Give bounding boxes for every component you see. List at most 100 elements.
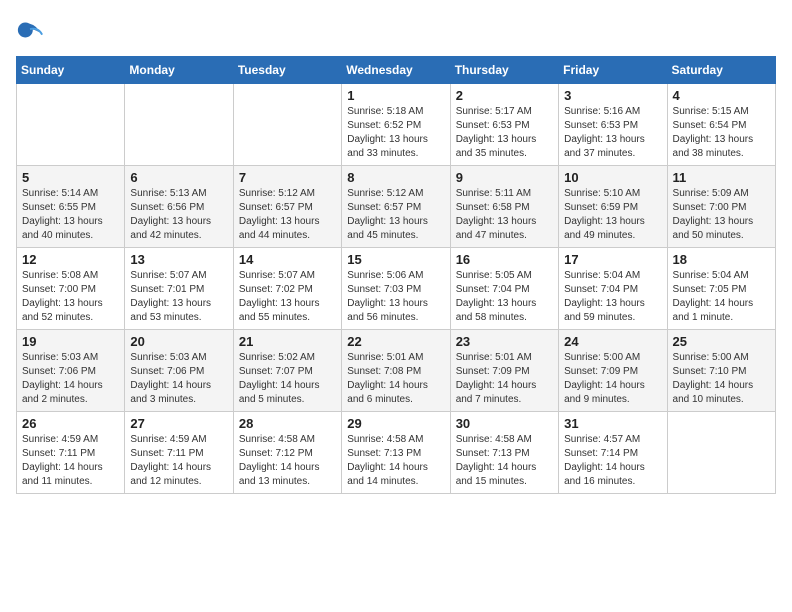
day-header-tuesday: Tuesday <box>233 57 341 84</box>
day-info: Sunrise: 5:04 AM Sunset: 7:04 PM Dayligh… <box>564 269 661 325</box>
calendar-cell: 19 Sunrise: 5:03 AM Sunset: 7:06 PM Dayli… <box>17 330 125 412</box>
calendar-week-1: 1 Sunrise: 5:18 AM Sunset: 6:52 PM Daylig… <box>17 84 776 166</box>
day-number: 23 <box>456 334 553 349</box>
day-info: Sunrise: 5:18 AM Sunset: 6:52 PM Dayligh… <box>347 105 444 161</box>
calendar-cell: 30 Sunrise: 4:58 AM Sunset: 7:13 PM Dayli… <box>450 412 558 494</box>
day-info: Sunrise: 5:06 AM Sunset: 7:03 PM Dayligh… <box>347 269 444 325</box>
calendar-cell: 6Sunrise: 5:13 AM Sunset: 6:56 PM Daylig… <box>125 166 233 248</box>
day-info: Sunrise: 4:59 AM Sunset: 7:11 PM Dayligh… <box>130 433 227 489</box>
calendar-cell <box>17 84 125 166</box>
calendar-cell: 24 Sunrise: 5:00 AM Sunset: 7:09 PM Dayli… <box>559 330 667 412</box>
day-info: Sunrise: 4:58 AM Sunset: 7:13 PM Dayligh… <box>456 433 553 489</box>
day-number: 20 <box>130 334 227 349</box>
calendar-cell: 31 Sunrise: 4:57 AM Sunset: 7:14 PM Dayli… <box>559 412 667 494</box>
calendar-cell <box>667 412 775 494</box>
calendar-cell: 13Sunrise: 5:07 AM Sunset: 7:01 PM Dayli… <box>125 248 233 330</box>
day-info: Sunrise: 5:01 AM Sunset: 7:08 PM Dayligh… <box>347 351 444 407</box>
day-number: 26 <box>22 416 119 431</box>
day-number: 8 <box>347 170 444 185</box>
day-number: 29 <box>347 416 444 431</box>
day-info: Sunrise: 4:59 AM Sunset: 7:11 PM Dayligh… <box>22 433 119 489</box>
day-info: Sunrise: 4:57 AM Sunset: 7:14 PM Dayligh… <box>564 433 661 489</box>
day-number: 17 <box>564 252 661 267</box>
day-number: 11 <box>673 170 770 185</box>
calendar-cell <box>233 84 341 166</box>
calendar-cell: 16 Sunrise: 5:05 AM Sunset: 7:04 PM Dayli… <box>450 248 558 330</box>
day-number: 14 <box>239 252 336 267</box>
day-header-saturday: Saturday <box>667 57 775 84</box>
day-number: 3 <box>564 88 661 103</box>
day-info: Sunrise: 5:03 AM Sunset: 7:06 PM Dayligh… <box>22 351 119 407</box>
day-number: 21 <box>239 334 336 349</box>
day-info: Sunrise: 5:12 AM Sunset: 6:57 PM Dayligh… <box>347 187 444 243</box>
calendar-cell: 18 Sunrise: 5:04 AM Sunset: 7:05 PM Dayli… <box>667 248 775 330</box>
calendar-cell: 2Sunrise: 5:17 AM Sunset: 6:53 PM Daylig… <box>450 84 558 166</box>
day-info: Sunrise: 4:58 AM Sunset: 7:13 PM Dayligh… <box>347 433 444 489</box>
calendar-cell: 22 Sunrise: 5:01 AM Sunset: 7:08 PM Dayli… <box>342 330 450 412</box>
day-info: Sunrise: 5:11 AM Sunset: 6:58 PM Dayligh… <box>456 187 553 243</box>
calendar-week-4: 19 Sunrise: 5:03 AM Sunset: 7:06 PM Dayli… <box>17 330 776 412</box>
calendar-week-2: 5 Sunrise: 5:14 AM Sunset: 6:55 PM Daylig… <box>17 166 776 248</box>
day-info: Sunrise: 5:12 AM Sunset: 6:57 PM Dayligh… <box>239 187 336 243</box>
day-info: Sunrise: 5:05 AM Sunset: 7:04 PM Dayligh… <box>456 269 553 325</box>
day-number: 16 <box>456 252 553 267</box>
day-number: 28 <box>239 416 336 431</box>
day-number: 27 <box>130 416 227 431</box>
calendar-cell: 21 Sunrise: 5:02 AM Sunset: 7:07 PM Dayli… <box>233 330 341 412</box>
day-number: 31 <box>564 416 661 431</box>
calendar-cell: 23 Sunrise: 5:01 AM Sunset: 7:09 PM Dayli… <box>450 330 558 412</box>
day-info: Sunrise: 5:04 AM Sunset: 7:05 PM Dayligh… <box>673 269 770 325</box>
calendar-cell: 10Sunrise: 5:10 AM Sunset: 6:59 PM Dayli… <box>559 166 667 248</box>
day-header-monday: Monday <box>125 57 233 84</box>
calendar-cell: 4 Sunrise: 5:15 AM Sunset: 6:54 PM Daylig… <box>667 84 775 166</box>
logo-icon <box>16 16 44 44</box>
day-number: 15 <box>347 252 444 267</box>
day-info: Sunrise: 5:17 AM Sunset: 6:53 PM Dayligh… <box>456 105 553 161</box>
calendar-cell: 14Sunrise: 5:07 AM Sunset: 7:02 PM Dayli… <box>233 248 341 330</box>
calendar-cell: 15 Sunrise: 5:06 AM Sunset: 7:03 PM Dayli… <box>342 248 450 330</box>
calendar-header-row: SundayMondayTuesdayWednesdayThursdayFrid… <box>17 57 776 84</box>
calendar-cell: 25Sunrise: 5:00 AM Sunset: 7:10 PM Dayli… <box>667 330 775 412</box>
day-number: 4 <box>673 88 770 103</box>
day-number: 24 <box>564 334 661 349</box>
day-info: Sunrise: 5:16 AM Sunset: 6:53 PM Dayligh… <box>564 105 661 161</box>
calendar-cell: 8 Sunrise: 5:12 AM Sunset: 6:57 PM Daylig… <box>342 166 450 248</box>
calendar-cell: 27 Sunrise: 4:59 AM Sunset: 7:11 PM Dayli… <box>125 412 233 494</box>
calendar-cell: 1 Sunrise: 5:18 AM Sunset: 6:52 PM Daylig… <box>342 84 450 166</box>
calendar-cell: 20 Sunrise: 5:03 AM Sunset: 7:06 PM Dayli… <box>125 330 233 412</box>
page-header <box>16 16 776 44</box>
day-number: 30 <box>456 416 553 431</box>
calendar-cell: 7 Sunrise: 5:12 AM Sunset: 6:57 PM Daylig… <box>233 166 341 248</box>
day-info: Sunrise: 5:14 AM Sunset: 6:55 PM Dayligh… <box>22 187 119 243</box>
day-info: Sunrise: 5:07 AM Sunset: 7:01 PM Dayligh… <box>130 269 227 325</box>
calendar-cell: 3 Sunrise: 5:16 AM Sunset: 6:53 PM Daylig… <box>559 84 667 166</box>
day-number: 19 <box>22 334 119 349</box>
day-number: 22 <box>347 334 444 349</box>
day-number: 12 <box>22 252 119 267</box>
day-info: Sunrise: 5:09 AM Sunset: 7:00 PM Dayligh… <box>673 187 770 243</box>
calendar-cell: 29 Sunrise: 4:58 AM Sunset: 7:13 PM Dayli… <box>342 412 450 494</box>
day-number: 1 <box>347 88 444 103</box>
day-number: 10 <box>564 170 661 185</box>
calendar-week-5: 26 Sunrise: 4:59 AM Sunset: 7:11 PM Dayli… <box>17 412 776 494</box>
calendar-table: SundayMondayTuesdayWednesdayThursdayFrid… <box>16 56 776 494</box>
calendar-cell <box>125 84 233 166</box>
calendar-cell: 11 Sunrise: 5:09 AM Sunset: 7:00 PM Dayli… <box>667 166 775 248</box>
calendar-cell: 12 Sunrise: 5:08 AM Sunset: 7:00 PM Dayli… <box>17 248 125 330</box>
calendar-cell: 5 Sunrise: 5:14 AM Sunset: 6:55 PM Daylig… <box>17 166 125 248</box>
day-info: Sunrise: 5:03 AM Sunset: 7:06 PM Dayligh… <box>130 351 227 407</box>
day-info: Sunrise: 5:08 AM Sunset: 7:00 PM Dayligh… <box>22 269 119 325</box>
day-number: 5 <box>22 170 119 185</box>
day-info: Sunrise: 4:58 AM Sunset: 7:12 PM Dayligh… <box>239 433 336 489</box>
calendar-week-3: 12 Sunrise: 5:08 AM Sunset: 7:00 PM Dayli… <box>17 248 776 330</box>
day-info: Sunrise: 5:15 AM Sunset: 6:54 PM Dayligh… <box>673 105 770 161</box>
day-info: Sunrise: 5:01 AM Sunset: 7:09 PM Dayligh… <box>456 351 553 407</box>
day-header-friday: Friday <box>559 57 667 84</box>
day-info: Sunrise: 5:00 AM Sunset: 7:09 PM Dayligh… <box>564 351 661 407</box>
day-info: Sunrise: 5:02 AM Sunset: 7:07 PM Dayligh… <box>239 351 336 407</box>
day-number: 25 <box>673 334 770 349</box>
logo <box>16 16 48 44</box>
day-number: 9 <box>456 170 553 185</box>
day-number: 18 <box>673 252 770 267</box>
day-number: 7 <box>239 170 336 185</box>
